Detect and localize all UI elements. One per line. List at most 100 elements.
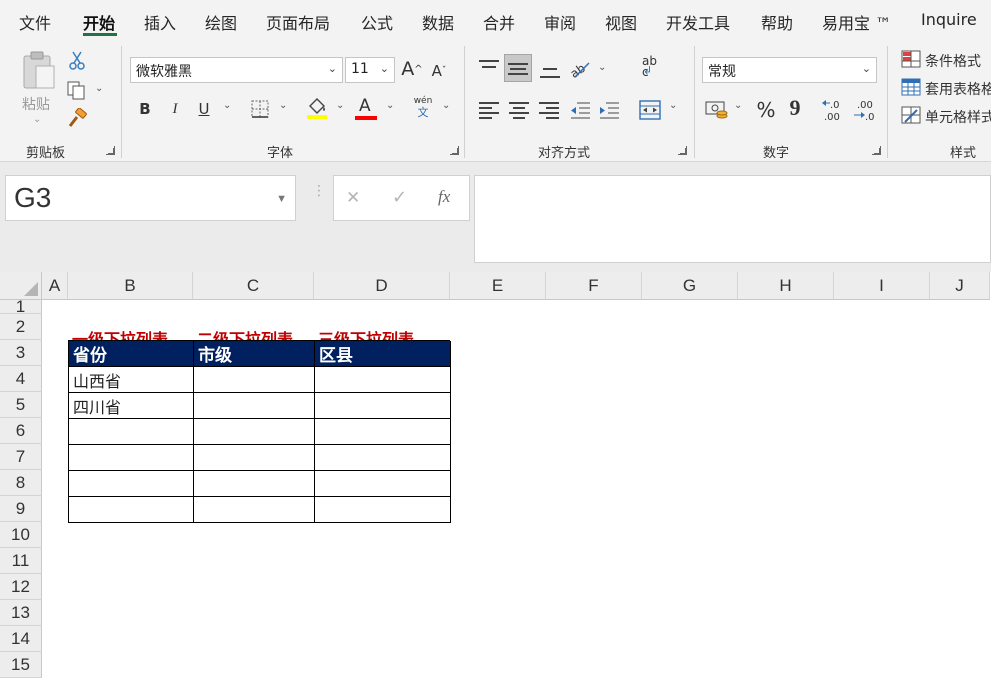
worksheet-grid[interactable]: ABCDEFGHIJ 1 2 3 4 5 6 7 8 9 10 11 12 13 14 15 一级下拉列表 … [0, 272, 991, 692]
italic-button[interactable]: I [164, 98, 186, 120]
number-format-select[interactable]: 常规 ⌄ [702, 57, 877, 83]
phonetic-guide-button[interactable]: wén 文 [410, 96, 436, 122]
column-header-e[interactable]: E [450, 272, 546, 300]
row-header-9[interactable]: 9 [0, 496, 42, 522]
column-header-g[interactable]: G [642, 272, 738, 300]
orientation-icon[interactable]: ab [569, 58, 593, 80]
tab-inquire[interactable]: Inquire [921, 10, 977, 29]
table-header-cell[interactable]: 市级 [194, 341, 315, 367]
tab-help[interactable]: 帮助 [761, 10, 793, 34]
table-cell[interactable] [194, 393, 315, 419]
tab-easy-tool[interactable]: 易用宝 ™ [822, 10, 891, 34]
column-header-i[interactable]: I [834, 272, 930, 300]
table-cell[interactable] [315, 497, 451, 523]
column-header-f[interactable]: F [546, 272, 642, 300]
row-header-1[interactable]: 1 [0, 298, 42, 315]
insert-function-icon[interactable]: fx [438, 187, 450, 207]
table-header-cell[interactable]: 区县 [315, 341, 451, 367]
increase-font-size-button[interactable]: A ^ [401, 56, 423, 82]
table-cell[interactable] [194, 497, 315, 523]
row-header-13[interactable]: 13 [0, 600, 42, 626]
copy-button[interactable]: ⌄ [66, 80, 106, 102]
paste-button[interactable]: 粘贴 ⌄ [14, 48, 62, 128]
chevron-down-icon[interactable]: ⌄ [386, 100, 394, 111]
accounting-format-icon[interactable] [705, 99, 729, 121]
column-header-c[interactable]: C [193, 272, 314, 300]
table-cell[interactable] [315, 419, 451, 445]
chevron-down-icon[interactable]: ⌄ [279, 100, 287, 111]
column-header-b[interactable]: B [68, 272, 193, 300]
table-cell[interactable] [315, 471, 451, 497]
decrease-decimal-icon[interactable]: .00 .0 [852, 98, 876, 122]
font-launcher-icon[interactable] [450, 146, 459, 155]
tab-merge[interactable]: 合并 [483, 10, 515, 34]
percent-style-button[interactable]: % [755, 98, 777, 122]
chevron-down-icon[interactable]: ▼ [276, 193, 287, 205]
chevron-down-icon[interactable]: ⌄ [734, 100, 742, 111]
align-center-icon[interactable] [509, 102, 529, 119]
row-header-6[interactable]: 6 [0, 418, 42, 444]
middle-align-button[interactable] [504, 54, 532, 82]
enter-icon[interactable]: ✓ [392, 187, 407, 208]
underline-button[interactable]: U [193, 98, 215, 120]
tab-formulas[interactable]: 公式 [361, 10, 393, 34]
tab-home[interactable]: 开始 [83, 10, 115, 34]
tab-view[interactable]: 视图 [605, 10, 637, 34]
font-name-select[interactable]: 微软雅黑 ⌄ [130, 57, 343, 83]
wrap-text-button[interactable]: ab c ↲ [640, 55, 666, 82]
table-cell[interactable] [315, 367, 451, 393]
increase-decimal-icon[interactable]: .0 .00 [821, 98, 845, 122]
decrease-indent-icon[interactable] [569, 101, 591, 119]
drag-handle-icon[interactable]: ⋮ [312, 184, 326, 198]
table-cell[interactable] [315, 393, 451, 419]
row-header-2[interactable]: 2 [0, 314, 42, 340]
decrease-font-size-button[interactable]: Aˇ [428, 58, 450, 84]
tab-file[interactable]: 文件 [19, 10, 51, 34]
tab-review[interactable]: 审阅 [544, 10, 576, 34]
tab-data[interactable]: 数据 [422, 10, 454, 34]
chevron-down-icon[interactable]: ⌄ [442, 100, 450, 111]
top-align-icon[interactable] [479, 60, 499, 76]
row-header-15[interactable]: 15 [0, 652, 42, 678]
table-cell[interactable] [69, 497, 194, 523]
table-cell[interactable] [69, 471, 194, 497]
align-left-icon[interactable] [479, 102, 499, 119]
table-cell[interactable] [315, 445, 451, 471]
chevron-down-icon[interactable]: ⌄ [223, 100, 231, 111]
column-header-j[interactable]: J [930, 272, 990, 300]
align-right-icon[interactable] [539, 102, 559, 119]
font-size-select[interactable]: 11 ⌄ [345, 57, 395, 83]
row-header-4[interactable]: 4 [0, 366, 42, 392]
table-cell[interactable]: 四川省 [69, 393, 194, 419]
format-as-table-button[interactable]: 套用表格格式 [900, 76, 991, 100]
bold-button[interactable]: B [134, 98, 156, 120]
cancel-icon[interactable]: ✕ [346, 188, 360, 208]
row-header-5[interactable]: 5 [0, 392, 42, 418]
column-header-a[interactable]: A [42, 272, 68, 300]
row-header-3[interactable]: 3 [0, 340, 42, 366]
clipboard-launcher-icon[interactable] [106, 146, 115, 155]
cell-styles-button[interactable]: 单元格样式 [900, 104, 991, 128]
fill-color-icon[interactable] [306, 96, 328, 120]
table-header-cell[interactable]: 省份 [69, 341, 194, 367]
increase-indent-icon[interactable] [598, 101, 620, 119]
row-header-10[interactable]: 10 [0, 522, 42, 548]
bottom-align-icon[interactable] [540, 62, 560, 78]
number-launcher-icon[interactable] [872, 146, 881, 155]
table-cell[interactable] [194, 367, 315, 393]
column-header-h[interactable]: H [738, 272, 834, 300]
table-cell[interactable] [194, 471, 315, 497]
table-cell[interactable] [69, 419, 194, 445]
comma-style-button[interactable]: 9 [786, 95, 804, 120]
chevron-down-icon[interactable]: ⌄ [336, 100, 344, 111]
tab-developer[interactable]: 开发工具 [666, 10, 730, 34]
tab-draw[interactable]: 绘图 [205, 10, 237, 34]
chevron-down-icon[interactable]: ⌄ [598, 62, 606, 73]
table-cell[interactable] [194, 419, 315, 445]
formula-input[interactable] [474, 175, 991, 263]
name-box[interactable]: G3 ▼ [5, 175, 296, 221]
chevron-down-icon[interactable]: ⌄ [669, 100, 677, 111]
merge-center-icon[interactable] [639, 100, 661, 120]
tab-insert[interactable]: 插入 [144, 10, 176, 34]
borders-icon[interactable] [250, 99, 270, 119]
